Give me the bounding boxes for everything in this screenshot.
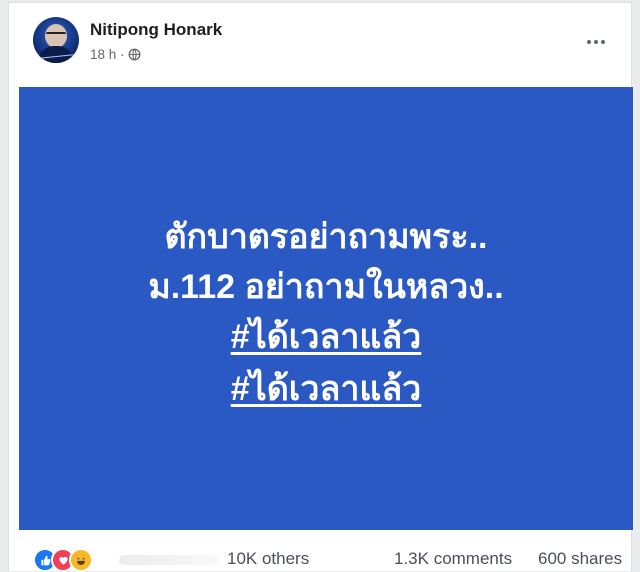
post-hashtag-1: #ได้เวลาแล้ว <box>19 317 633 357</box>
post-image[interactable]: ตักบาตรอย่าถามพระ.. ม.112 อย่าถามในหลวง.… <box>19 87 633 530</box>
blurred-names <box>119 555 219 565</box>
avatar-glasses <box>46 32 66 39</box>
globe-icon[interactable] <box>128 48 141 61</box>
post-text-line-1: ตักบาตรอย่าถามพระ.. <box>164 218 488 256</box>
more-options-icon[interactable] <box>581 31 611 53</box>
post-time[interactable]: 18 h · <box>90 47 125 62</box>
comments-count[interactable]: 1.3K comments <box>394 549 512 569</box>
dot <box>594 40 598 44</box>
dot <box>601 40 605 44</box>
author-name[interactable]: Nitipong Honark <box>90 20 222 40</box>
haha-icon <box>69 548 93 572</box>
dot <box>587 40 591 44</box>
post-meta: 18 h · <box>90 47 141 62</box>
post-text-line-2: ม.112 อย่าถามในหลวง.. <box>148 268 504 306</box>
post-hashtag-2: #ได้เวลาแล้ว <box>19 369 633 409</box>
post-footer: 10K others 1.3K comments 600 shares <box>9 530 633 572</box>
hashtag-link[interactable]: #ได้เวลาแล้ว <box>231 318 422 356</box>
reactions[interactable] <box>33 548 93 572</box>
avatar[interactable] <box>33 17 79 63</box>
hashtag-link[interactable]: #ได้เวลาแล้ว <box>231 370 422 408</box>
reaction-count[interactable]: 10K others <box>227 549 309 569</box>
post-card: Nitipong Honark 18 h · ตักบาตรอย่าถามพระ… <box>8 2 633 572</box>
shares-count[interactable]: 600 shares <box>538 549 622 569</box>
